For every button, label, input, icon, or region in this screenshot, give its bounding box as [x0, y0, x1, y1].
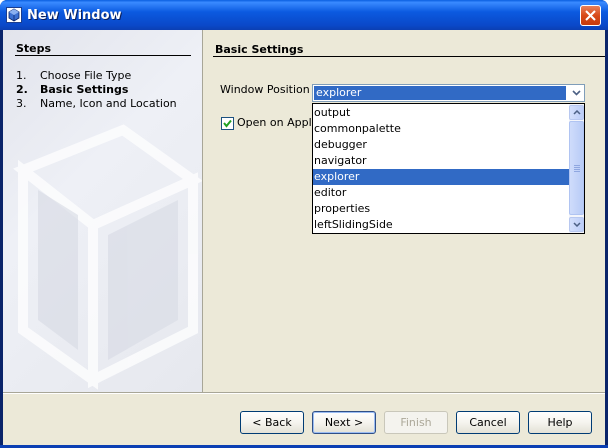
step-label: Basic Settings: [40, 83, 129, 96]
steps-panel: Steps 1. Choose File Type 2. Basic Setting…: [3, 30, 202, 392]
step-number: 2.: [16, 83, 28, 96]
step-label: Choose File Type: [40, 69, 132, 82]
step-choose-file-type: 1. Choose File Type: [16, 69, 131, 82]
chevron-down-icon: [571, 90, 581, 96]
option-output[interactable]: output: [313, 105, 569, 121]
title-bar[interactable]: New Window: [0, 0, 608, 30]
option-editor[interactable]: editor: [313, 185, 569, 201]
option-commonpalette[interactable]: commonpalette: [313, 121, 569, 137]
scroll-down-button[interactable]: [569, 217, 584, 232]
close-button[interactable]: [580, 5, 601, 26]
close-icon: [585, 10, 596, 21]
basic-settings-heading: Basic Settings: [215, 43, 304, 56]
window-position-dropdown-list[interactable]: output commonpalette debugger navigator …: [312, 103, 585, 234]
grip-icon: [573, 164, 580, 172]
window-position-label: Window Position :: [220, 83, 317, 96]
scroll-down-arrow-icon: [572, 222, 581, 227]
basic-settings-divider: [213, 56, 605, 57]
option-debugger[interactable]: debugger: [313, 137, 569, 153]
cancel-button[interactable]: Cancel: [456, 411, 520, 434]
option-explorer[interactable]: explorer: [313, 169, 569, 185]
finish-button[interactable]: Finish: [384, 411, 448, 434]
scroll-up-button[interactable]: [569, 105, 584, 120]
window-title: New Window: [27, 8, 122, 23]
netbeans-cube-icon: [6, 7, 22, 23]
window-position-value: explorer: [314, 86, 566, 100]
new-window-dialog: New Window Steps 1. Choose File Type 2. …: [0, 0, 608, 448]
steps-divider: [15, 55, 191, 56]
steps-heading: Steps: [16, 42, 52, 55]
help-button[interactable]: Help: [528, 411, 592, 434]
option-navigator[interactable]: navigator: [313, 153, 569, 169]
button-bar-separator-highlight: [3, 393, 605, 394]
option-properties[interactable]: properties: [313, 201, 569, 217]
checkmark-icon: [223, 119, 232, 128]
window-position-combobox[interactable]: explorer: [312, 84, 585, 102]
back-button[interactable]: < Back: [240, 411, 304, 434]
step-number: 1.: [16, 69, 27, 82]
combo-dropdown-button[interactable]: [568, 85, 584, 101]
step-number: 3.: [16, 97, 27, 110]
option-leftslidingside[interactable]: leftSlidingSide: [313, 217, 569, 233]
scroll-thumb[interactable]: [569, 121, 584, 215]
scroll-up-arrow-icon: [572, 110, 581, 115]
open-on-startup-checkbox[interactable]: [221, 117, 234, 130]
dropdown-scrollbar[interactable]: [569, 104, 584, 233]
step-basic-settings: 2. Basic Settings: [16, 83, 128, 96]
step-label: Name, Icon and Location: [40, 97, 177, 110]
step-name-icon-location: 3. Name, Icon and Location: [16, 97, 177, 110]
next-button[interactable]: Next >: [312, 411, 376, 434]
